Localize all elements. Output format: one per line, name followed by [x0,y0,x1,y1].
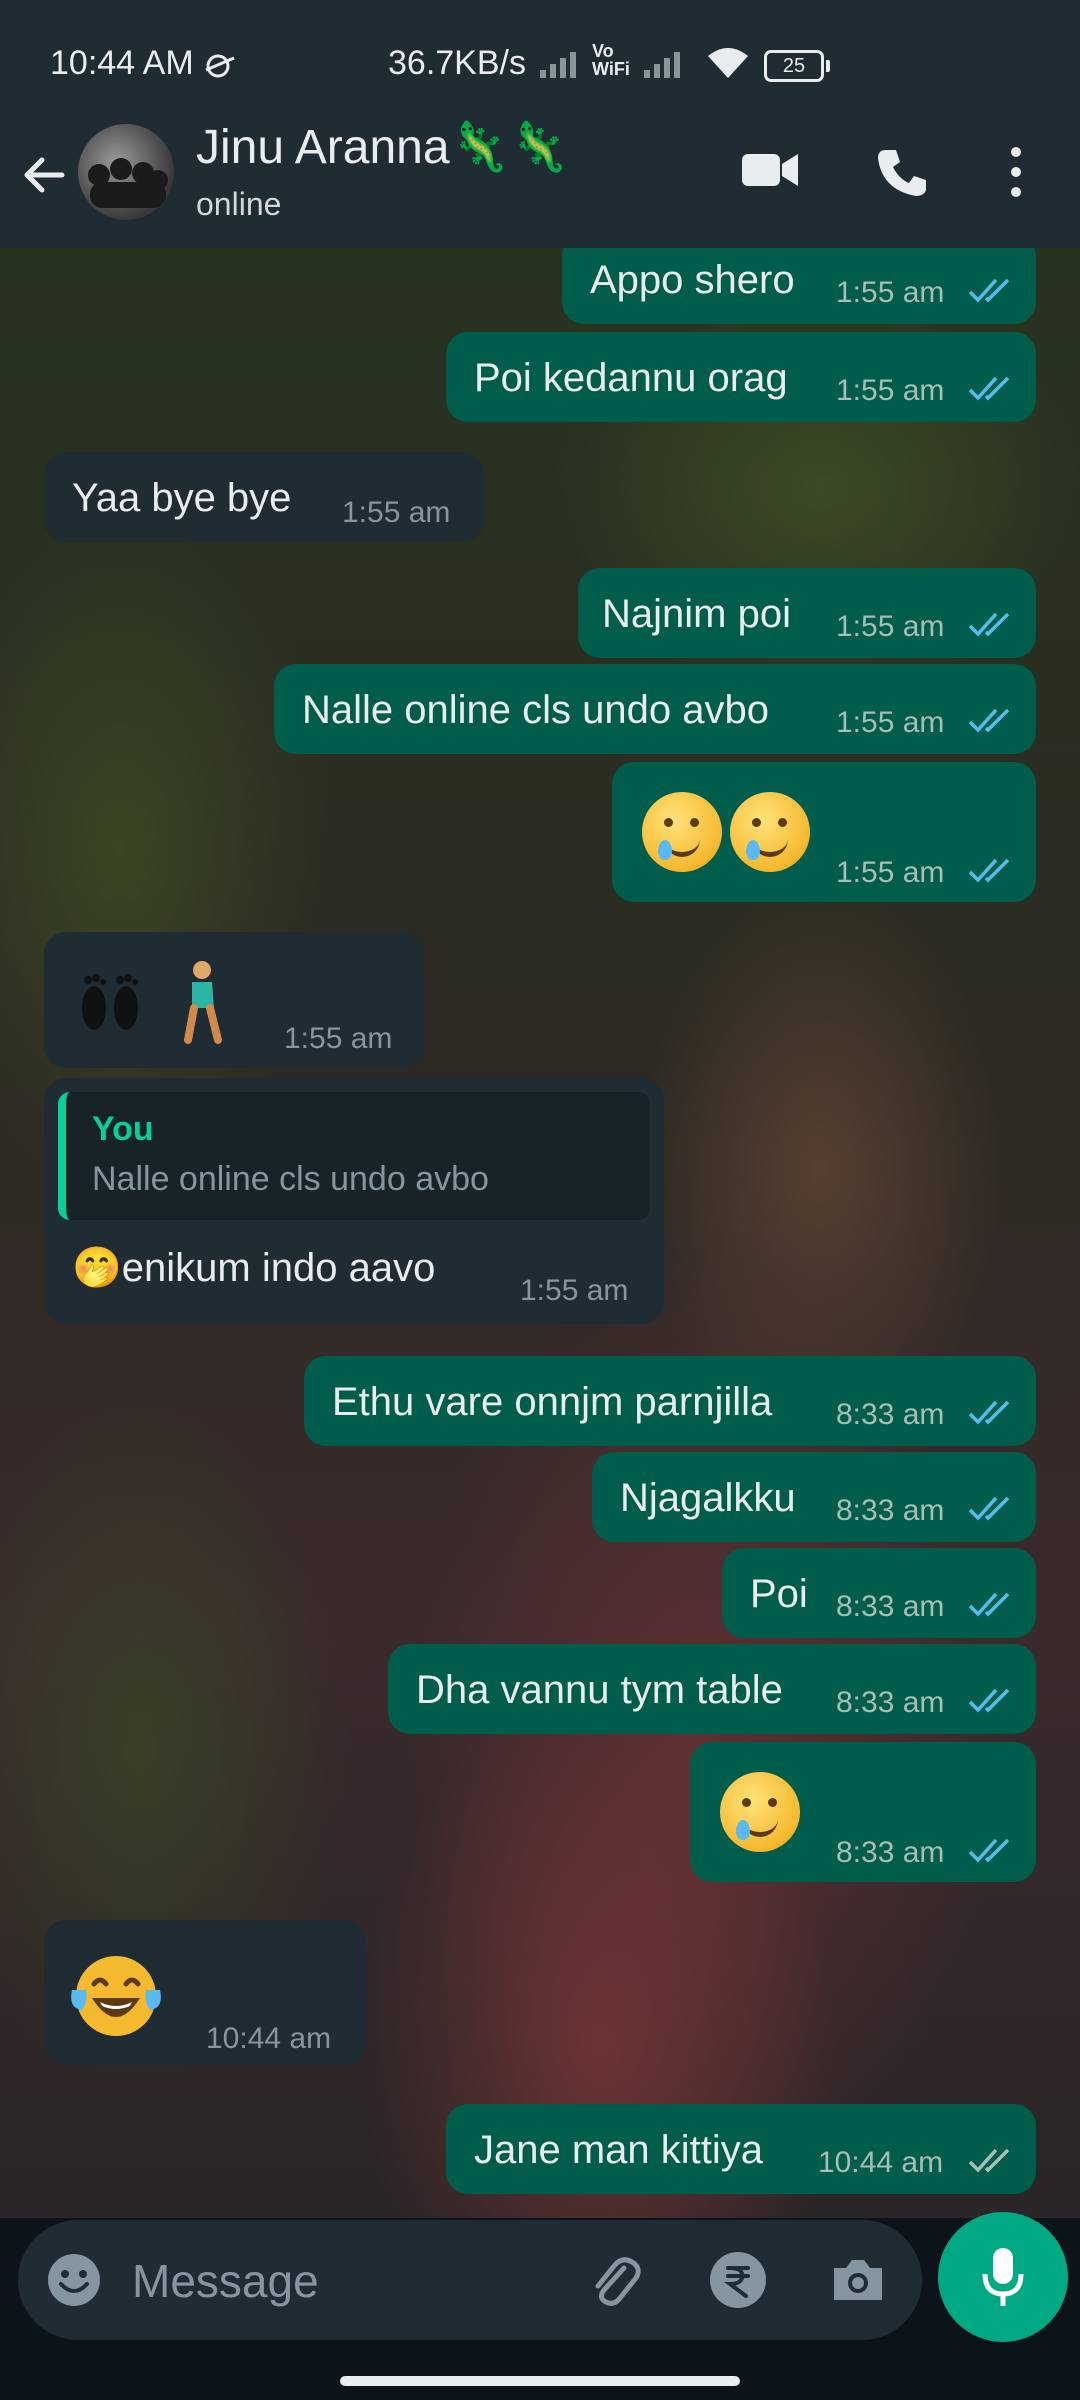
signal-icon [644,52,680,78]
message-incoming[interactable]: 10:44 am [44,1920,366,2064]
gesture-handle[interactable] [340,2376,740,2386]
face-holding-back-tears-emoji [720,1772,800,1852]
message-outgoing[interactable]: Nalle online cls undo avbo 1:55 am [274,664,1036,754]
chat-header: Jinu Aranna🦎🦎 online [0,110,1080,248]
message-text: Poi [750,1572,808,1616]
navigation-bar [0,2342,1080,2400]
message-input[interactable] [130,2250,574,2312]
read-receipt-icon [968,1400,1010,1425]
read-receipt-icon [968,708,1010,733]
avatar[interactable] [78,124,174,220]
message-time: 1:55 am [836,610,945,643]
message-outgoing[interactable]: Jane man kittiya 10:44 am [446,2104,1036,2194]
delivered-receipt-icon [968,2148,1010,2173]
phone-icon[interactable] [876,146,928,198]
message-text: Yaa bye bye [72,476,292,520]
quote-author: You [92,1110,154,1148]
message-text: Njagalkku [620,1476,796,1520]
message-time: 10:44 am [206,2022,332,2055]
video-call-icon[interactable] [740,148,800,192]
attach-icon[interactable] [584,2250,644,2310]
message-time: 1:55 am [836,706,945,739]
message-outgoing[interactable]: Najnim poi 1:55 am [578,568,1036,658]
message-outgoing[interactable]: Poi 8:33 am [722,1548,1036,1638]
contact-name[interactable]: Jinu Aranna🦎🦎 [196,118,569,175]
message-text: Dha vannu tym table [416,1668,783,1712]
message-text: Appo shero [590,258,795,302]
message-time: 1:55 am [836,374,945,407]
face-holding-back-tears-emoji [730,792,810,872]
read-receipt-icon [968,1592,1010,1617]
mic-button[interactable] [938,2212,1068,2342]
network-speed: 36.7KB/s [388,44,526,82]
battery-icon: 25 [764,50,830,82]
person-walking-emoji [184,961,222,1044]
back-arrow-icon[interactable] [18,150,68,200]
message-time: 8:33 am [836,1686,945,1719]
wifi-icon [708,48,748,78]
message-time: 8:33 am [836,1836,945,1869]
footprints-emoji [82,974,138,1030]
message-time: 8:33 am [836,1398,945,1431]
face-holding-back-tears-emoji [642,792,722,872]
more-options-icon[interactable] [1006,144,1026,200]
quote-text: Nalle online cls undo avbo [92,1160,489,1198]
message-composer [18,2220,922,2340]
message-time: 10:44 am [818,2146,944,2179]
message-incoming-reply[interactable]: You Nalle online cls undo avbo 🤭enikum i… [44,1078,664,1324]
status-time: 10:44 AM [50,44,194,82]
read-receipt-icon [968,1688,1010,1713]
message-text: 🤭enikum indo aavo [72,1246,436,1290]
read-receipt-icon [968,1496,1010,1521]
message-outgoing[interactable]: 8:33 am [690,1742,1036,1882]
camera-icon[interactable] [828,2250,888,2310]
contact-status: online [196,186,282,222]
message-time: 1:55 am [284,1022,393,1055]
read-receipt-icon [968,612,1010,637]
read-receipt-icon [968,278,1010,303]
message-time: 1:55 am [836,856,945,889]
message-time: 8:33 am [836,1494,945,1527]
message-text: Nalle online cls undo avbo [302,688,769,732]
message-text: Ethu vare onnjm parnjilla [332,1380,773,1424]
message-text: Jane man kittiya [474,2128,764,2172]
read-receipt-icon [968,376,1010,401]
message-outgoing[interactable]: Ethu vare onnjm parnjilla 8:33 am [304,1356,1036,1446]
message-incoming[interactable]: Yaa bye bye 1:55 am [44,452,484,542]
message-time: 1:55 am [836,276,945,309]
emoji-icon[interactable] [44,2250,104,2310]
rupee-payment-icon[interactable] [708,2250,768,2310]
message-text: Najnim poi [602,592,791,636]
message-time: 1:55 am [520,1274,629,1307]
face-with-tears-of-joy-emoji [71,1956,161,2036]
vowifi-label: Vo WiFi [592,41,630,79]
message-outgoing[interactable]: Appo shero 1:55 am [562,248,1036,324]
message-time: 8:33 am [836,1590,945,1623]
quoted-message[interactable]: You Nalle online cls undo avbo [58,1092,650,1220]
message-incoming[interactable]: 1:55 am [44,932,424,1068]
message-text: Poi kedannu orag [474,356,788,400]
read-receipt-icon [968,858,1010,883]
message-outgoing[interactable]: Dha vannu tym table 8:33 am [388,1644,1036,1734]
message-time: 1:55 am [342,496,451,529]
signal-icon [540,52,576,78]
read-receipt-icon [968,1838,1010,1863]
chat-background: Appo shero 1:55 am Poi kedannu orag 1:55… [0,248,1080,2218]
message-outgoing[interactable]: 1:55 am [612,762,1036,902]
message-outgoing[interactable]: Njagalkku 8:33 am [592,1452,1036,1542]
notification-icon [205,54,235,78]
mic-icon [982,2248,1024,2306]
message-outgoing[interactable]: Poi kedannu orag 1:55 am [446,332,1036,422]
